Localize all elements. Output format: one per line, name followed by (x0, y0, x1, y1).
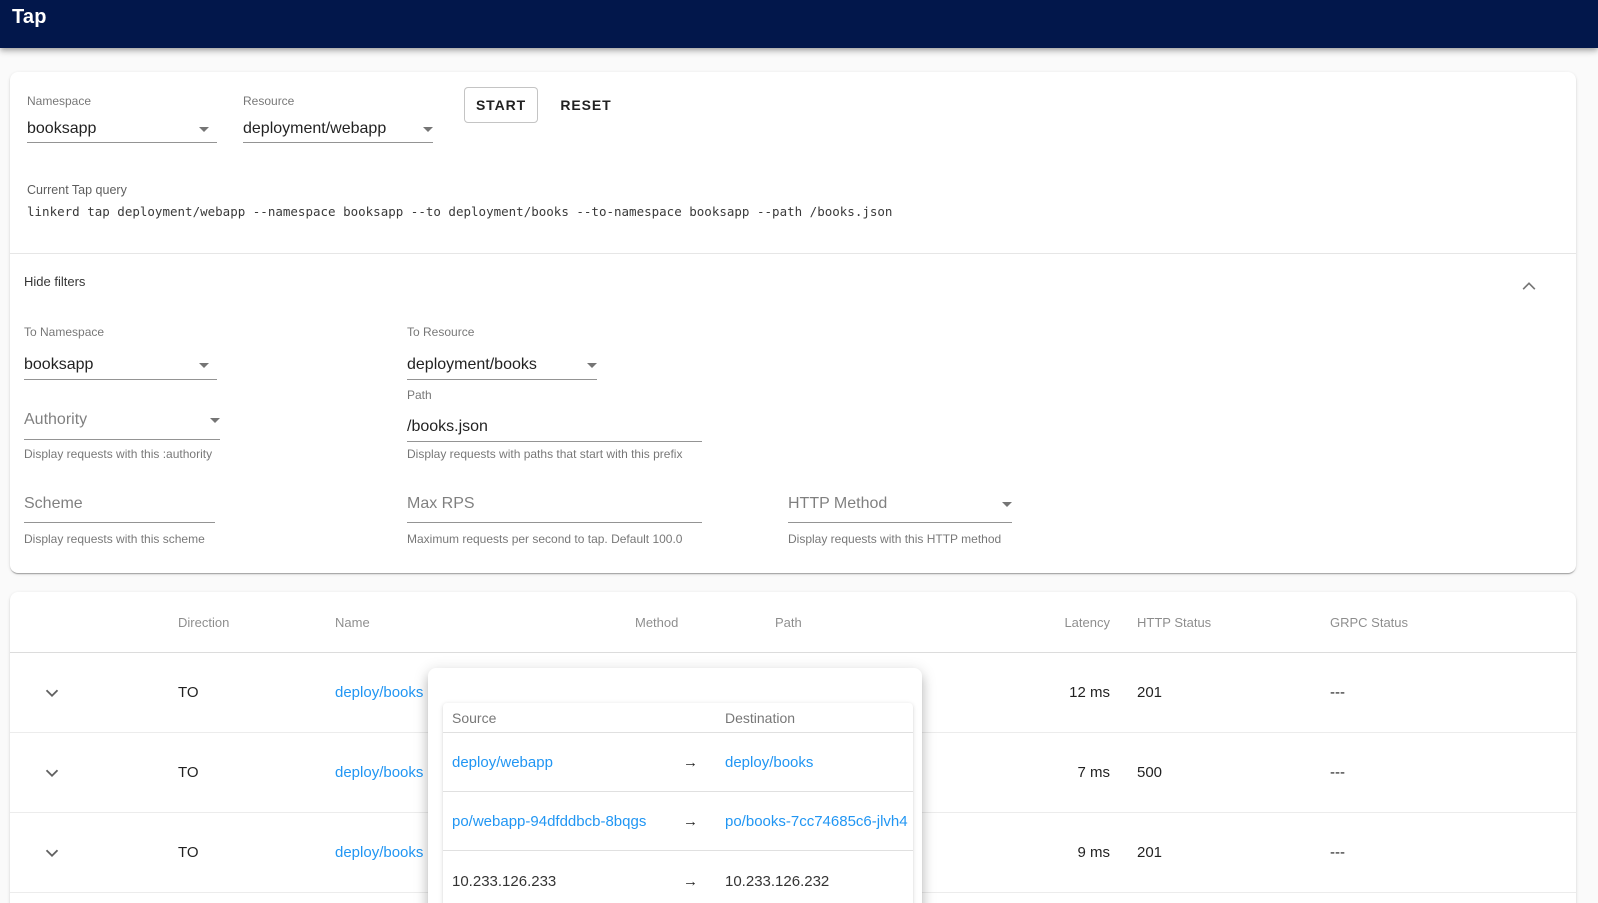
destination-ip: 10.233.126.232 (725, 873, 829, 890)
http-status-cell: 201 (1110, 684, 1313, 701)
destination-link[interactable]: po/books-7cc74685c6-jlvh4 (725, 813, 908, 830)
hide-filters-toggle[interactable]: Hide filters (24, 274, 85, 289)
chevron-down-icon (41, 842, 63, 864)
resource-label: Resource (243, 94, 433, 109)
grpc-status-cell: --- (1313, 844, 1576, 861)
path-label: Path (407, 388, 702, 403)
results-header-row: Direction Name Method Path Latency HTTP … (10, 592, 1576, 653)
resource-select[interactable]: Resource deployment/webapp (243, 94, 433, 143)
current-query-label: Current Tap query (27, 183, 127, 197)
path-helper: Display requests with paths that start w… (407, 447, 702, 461)
popover-header-row: Source Destination (443, 703, 913, 733)
chevron-down-icon (423, 127, 433, 132)
expand-row-button[interactable] (10, 682, 110, 704)
resource-link[interactable]: deploy/books (335, 684, 423, 701)
page-title: Tap (12, 6, 47, 29)
chevron-down-icon (199, 127, 209, 132)
resource-link[interactable]: deploy/books (335, 844, 423, 861)
http-status-cell: 201 (1110, 844, 1313, 861)
expand-row-button[interactable] (10, 762, 110, 784)
to-namespace-select[interactable]: To Namespace booksapp (24, 325, 217, 380)
grpc-status-cell: --- (1313, 764, 1576, 781)
http-status-cell: 500 (1110, 764, 1313, 781)
method-column-header: Method (565, 615, 705, 630)
direction-cell: TO (110, 844, 255, 861)
scheme-helper: Display requests with this scheme (24, 532, 215, 546)
namespace-label: Namespace (27, 94, 217, 109)
max-rps-placeholder: Max RPS (407, 494, 475, 513)
scheme-input[interactable]: Scheme Display requests with this scheme (24, 494, 215, 546)
direction-cell: TO (110, 684, 255, 701)
path-value: /books.json (407, 417, 488, 436)
grpc-status-column-header: GRPC Status (1313, 615, 1576, 630)
namespace-value: booksapp (27, 119, 96, 138)
to-resource-label: To Resource (407, 325, 597, 340)
path-input[interactable]: Path /books.json Display requests with p… (407, 388, 702, 461)
path-column-header: Path (705, 615, 995, 630)
to-namespace-value: booksapp (24, 355, 93, 374)
tap-event-popover: Source Destination deploy/webapp → deplo… (428, 668, 922, 903)
authority-select[interactable]: Authority Display requests with this :au… (24, 410, 220, 461)
http-status-column-header: HTTP Status (1110, 615, 1313, 630)
chevron-down-icon (41, 682, 63, 704)
scheme-placeholder: Scheme (24, 494, 83, 513)
divider (10, 253, 1576, 254)
latency-cell: 7 ms (995, 764, 1110, 781)
start-button[interactable]: START (464, 87, 538, 123)
source-destination-table: Source Destination deploy/webapp → deplo… (443, 703, 913, 903)
app-bar: Tap (0, 0, 1598, 48)
right-arrow-icon: → (668, 873, 713, 890)
to-namespace-label: To Namespace (24, 325, 217, 340)
authority-placeholder: Authority (24, 410, 87, 429)
latency-column-header: Latency (995, 615, 1110, 630)
http-method-helper: Display requests with this HTTP method (788, 532, 1012, 546)
to-resource-value: deployment/books (407, 355, 537, 374)
popover-row: deploy/webapp → deploy/books (443, 733, 913, 792)
max-rps-helper: Maximum requests per second to tap. Defa… (407, 532, 702, 546)
name-column-header: Name (255, 615, 565, 630)
to-resource-select[interactable]: To Resource deployment/books (407, 325, 597, 380)
resource-value: deployment/webapp (243, 119, 386, 138)
destination-link[interactable]: deploy/books (725, 754, 813, 771)
chevron-down-icon (199, 363, 209, 368)
source-ip: 10.233.126.233 (452, 873, 556, 890)
reset-button[interactable]: RESET (551, 87, 621, 123)
right-arrow-icon: → (668, 813, 713, 830)
collapse-filters-button[interactable] (1519, 277, 1539, 293)
expand-row-button[interactable] (10, 842, 110, 864)
chevron-down-icon (41, 762, 63, 784)
direction-cell: TO (110, 764, 255, 781)
resource-link[interactable]: deploy/books (335, 764, 423, 781)
chevron-down-icon (587, 363, 597, 368)
source-column-header: Source (443, 710, 668, 726)
tap-page: Tap Namespace booksapp Resource deployme… (0, 0, 1598, 903)
right-arrow-icon: → (668, 754, 713, 771)
source-link[interactable]: deploy/webapp (452, 754, 553, 771)
tap-query-card: Namespace booksapp Resource deployment/w… (10, 72, 1576, 573)
destination-column-header: Destination (713, 710, 913, 726)
chevron-down-icon (1002, 502, 1012, 507)
http-method-select[interactable]: HTTP Method Display requests with this H… (788, 494, 1012, 546)
latency-cell: 12 ms (995, 684, 1110, 701)
popover-row: 10.233.126.233 → 10.233.126.232 (443, 851, 913, 903)
current-query-command: linkerd tap deployment/webapp --namespac… (27, 204, 892, 219)
latency-cell: 9 ms (995, 844, 1110, 861)
authority-helper: Display requests with this :authority (24, 447, 220, 461)
popover-row: po/webapp-94dfddbcb-8bqgs → po/books-7cc… (443, 792, 913, 851)
max-rps-input[interactable]: Max RPS Maximum requests per second to t… (407, 494, 702, 546)
namespace-select[interactable]: Namespace booksapp (27, 94, 217, 143)
grpc-status-cell: --- (1313, 684, 1576, 701)
direction-column-header: Direction (110, 615, 255, 630)
chevron-up-icon (1519, 277, 1539, 293)
http-method-placeholder: HTTP Method (788, 494, 887, 513)
source-link[interactable]: po/webapp-94dfddbcb-8bqgs (452, 813, 646, 830)
chevron-down-icon (210, 418, 220, 423)
